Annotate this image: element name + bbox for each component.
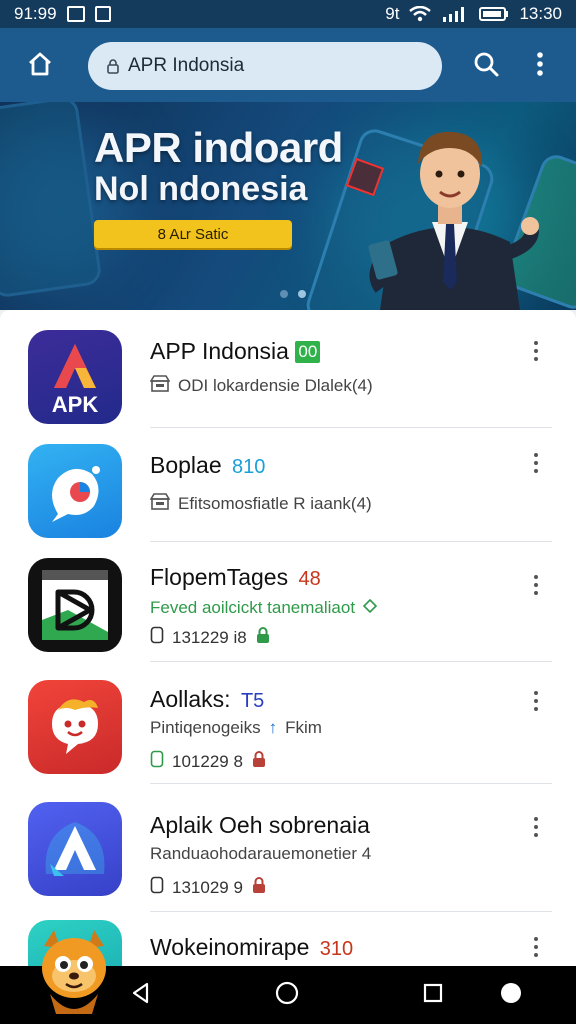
app-subtitle: Pintiqenogeiks ↑ Fkim <box>150 718 322 737</box>
assistant-icon <box>499 981 523 1010</box>
nav-assistant-button[interactable] <box>496 980 526 1010</box>
app-icon-chatbot <box>28 680 122 774</box>
notification-icon <box>66 6 85 22</box>
app-more-button[interactable] <box>524 336 548 366</box>
app-name: Aollaks: T5 <box>150 686 265 712</box>
app-icon-store <box>28 802 122 896</box>
nav-home-button[interactable] <box>272 980 302 1010</box>
phone-icon <box>150 750 164 773</box>
app-badge: 310 <box>319 938 354 960</box>
app-more-button[interactable] <box>524 812 548 842</box>
app-more-button[interactable] <box>524 686 548 716</box>
status-clock: 13:30 <box>519 4 562 23</box>
app-icon-apk: APK <box>28 330 122 424</box>
list-item[interactable]: FlopemTages 48 Feved aoilcickt tanemalia… <box>0 542 576 662</box>
lock-icon <box>251 876 267 899</box>
recents-icon <box>422 982 444 1009</box>
app-meta: 131029 9 <box>150 876 267 899</box>
lock-icon <box>106 58 120 74</box>
app-more-button[interactable] <box>524 448 548 478</box>
signal-icon <box>441 6 469 22</box>
list-item[interactable]: Aollaks: T5 Pintiqenogeiks ↑ Fkim 101229… <box>0 662 576 784</box>
back-icon <box>129 981 153 1010</box>
list-item[interactable]: Aplaik Oeh sobrenaia Randuaohodarauemone… <box>0 784 576 912</box>
lock-icon <box>255 626 271 649</box>
app-badge: T5 <box>240 690 265 712</box>
app-subtitle: ODI lokardensie Dlalek(4) <box>149 374 373 397</box>
overflow-menu-button[interactable] <box>522 48 558 84</box>
pager-dot[interactable] <box>280 290 288 298</box>
home-button[interactable] <box>22 48 58 84</box>
app-name: APP Indonsia 00 <box>150 338 321 365</box>
app-name: Boplae 810 <box>150 452 266 478</box>
pager-dot-active[interactable] <box>298 290 306 298</box>
mascot-illustration <box>42 930 106 1014</box>
app-subtitle: Randuaohodarauemonetier 4 <box>150 844 372 863</box>
more-vert-icon <box>536 51 544 82</box>
app-more-button[interactable] <box>524 932 548 962</box>
home-circle-icon <box>274 980 300 1011</box>
wifi-icon <box>409 6 432 22</box>
home-icon <box>26 50 54 83</box>
search-button[interactable] <box>468 48 504 84</box>
banner-cta-button[interactable]: 8 Aւr Satic <box>94 220 292 248</box>
app-meta: 101229 8 <box>150 750 267 773</box>
storefront-icon <box>149 374 171 397</box>
app-more-button[interactable] <box>524 570 548 600</box>
nav-recents-button[interactable] <box>418 980 448 1010</box>
app-icon-chat <box>28 444 122 538</box>
banner-character-illustration <box>368 131 539 310</box>
app-badge: 810 <box>232 456 266 478</box>
app-name: FlopemTages 48 <box>150 564 321 590</box>
app-icon-text: APK <box>52 392 99 417</box>
app-subtitle: Feved aoilcickt tanemaliaot <box>150 598 378 618</box>
battery-icon <box>479 6 509 22</box>
list-item[interactable]: APK APP Indonsia 00 ODI lokardensie Dlal… <box>0 310 576 428</box>
app-meta: 131229 i8 <box>150 626 271 649</box>
phone-icon <box>150 626 164 649</box>
app-name: Wokeinomirape 310 <box>150 934 354 960</box>
search-icon <box>472 50 500 83</box>
arrow-up-icon: ↑ <box>268 718 278 737</box>
promo-banner[interactable]: APR indoard Nol ndonesia 8 Aւr Satic <box>0 102 576 310</box>
banner-pager <box>280 290 306 298</box>
app-list: APK APP Indonsia 00 ODI lokardensie Dlal… <box>0 310 576 970</box>
app-icon-player <box>28 558 122 652</box>
verified-icon <box>362 598 378 618</box>
banner-title: APR indoard <box>94 124 343 171</box>
nav-back-button[interactable] <box>126 980 156 1010</box>
phone-icon <box>150 876 164 899</box>
status-bar: 91:99 9t 13:30 <box>0 0 576 28</box>
list-item[interactable]: Boplae 810 Efitsomosfiatle R iaank(4) <box>0 428 576 542</box>
status-time: 91:99 <box>14 4 57 23</box>
banner-subtitle: Nol ndonesia <box>94 170 308 208</box>
address-search-bar[interactable]: APR Indonsia <box>88 42 442 90</box>
search-query-text: APR Indonsia <box>128 55 245 76</box>
app-badge: 00 <box>295 341 321 363</box>
carrier-label: 9t <box>385 4 400 23</box>
top-app-bar: APR Indonsia <box>0 28 576 102</box>
app-name: Aplaik Oeh sobrenaia <box>150 812 370 838</box>
app-badge: 48 <box>298 568 321 590</box>
app-subtitle: Efitsomosfiatle R iaank(4) <box>149 492 372 515</box>
storefront-icon <box>149 492 171 515</box>
notification-icon-2 <box>94 6 111 22</box>
lock-icon <box>251 750 267 773</box>
